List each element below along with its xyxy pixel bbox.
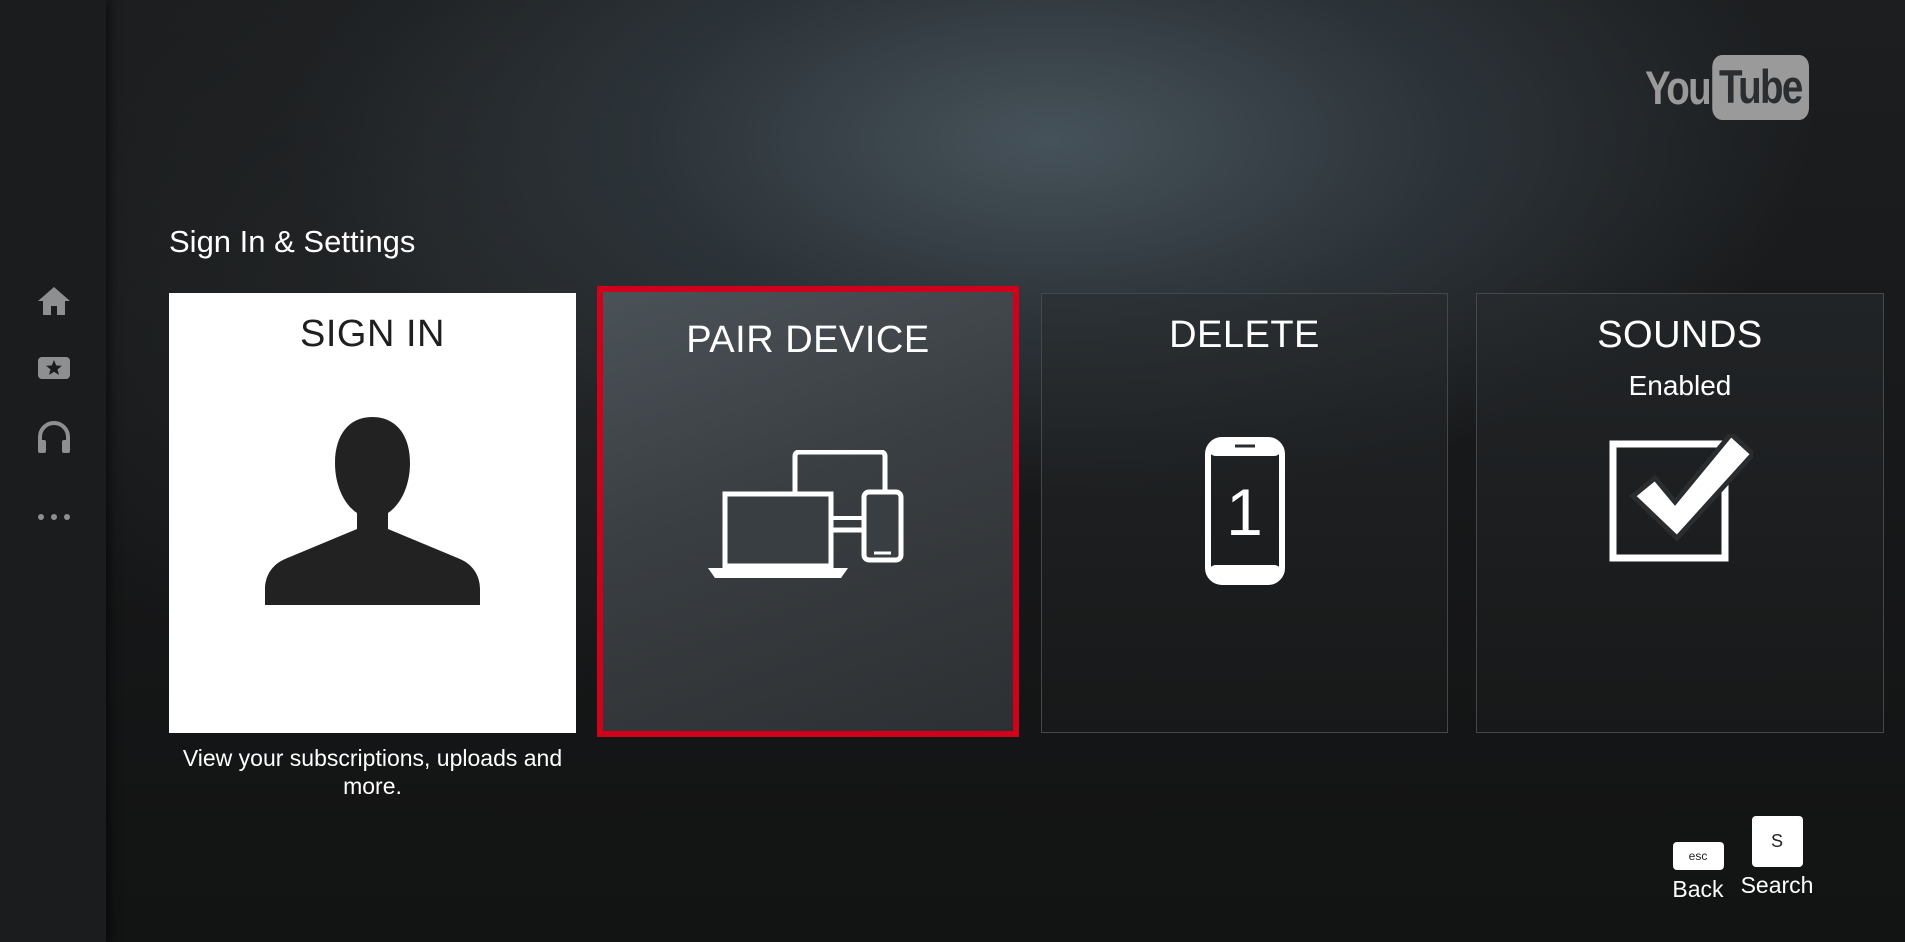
delete-title: DELETE [1169, 314, 1320, 356]
logo-you: You [1645, 61, 1712, 114]
sidebar-nav [0, 0, 106, 942]
sounds-status: Enabled [1628, 370, 1732, 401]
esc-key-badge: esc [1672, 842, 1724, 870]
phone-number-icon: 1 [1042, 437, 1447, 585]
home-icon[interactable] [33, 280, 75, 322]
headphones-icon[interactable] [33, 416, 75, 458]
sign-in-caption: View your subscriptions, uploads and mor… [182, 745, 563, 799]
pair-device-tile[interactable]: PAIR DEVICE [597, 286, 1019, 737]
back-button[interactable]: esc Back [1668, 838, 1728, 903]
person-silhouette-icon [169, 417, 576, 605]
sounds-title: SOUNDS [1597, 314, 1763, 356]
delete-tile[interactable]: DELETE 1 [1041, 293, 1448, 733]
devices-icon [603, 450, 1013, 580]
page-title: Sign In & Settings [169, 224, 416, 259]
search-label: Search [1740, 872, 1814, 898]
phone-digit: 1 [1226, 475, 1263, 549]
more-icon[interactable] [33, 496, 75, 538]
logo-tube: Tube [1712, 55, 1810, 120]
search-button[interactable]: S Search [1740, 816, 1814, 899]
youtube-logo: You Tube [1645, 55, 1810, 120]
back-label: Back [1672, 876, 1724, 902]
sounds-tile[interactable]: SOUNDS Enabled [1476, 293, 1884, 733]
pair-device-title: PAIR DEVICE [686, 319, 930, 361]
checkbox-checked-icon [1477, 434, 1883, 564]
star-icon[interactable] [33, 347, 75, 389]
sign-in-title: SIGN IN [300, 313, 445, 355]
s-key-badge: S [1751, 816, 1803, 867]
sign-in-tile[interactable]: SIGN IN [169, 293, 576, 733]
